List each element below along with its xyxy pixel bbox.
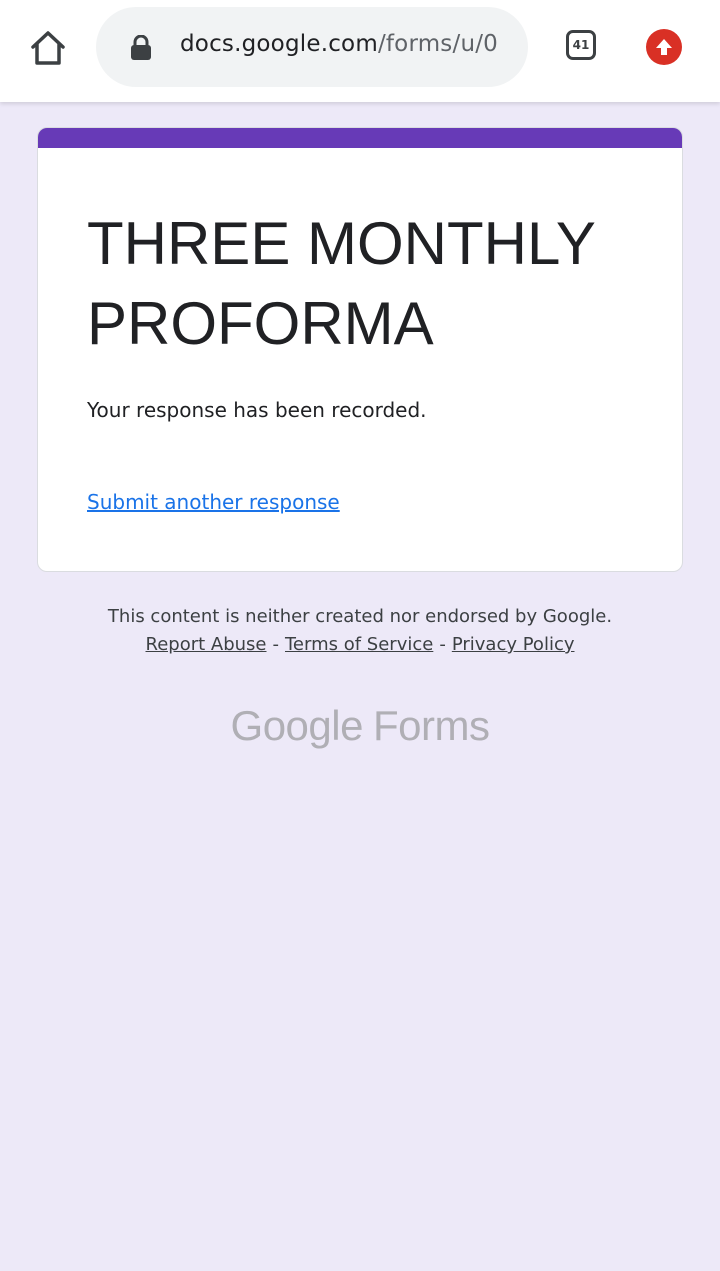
home-icon [31, 31, 65, 65]
card-accent-bar [38, 128, 682, 148]
google-forms-logo[interactable]: Google Forms [0, 702, 720, 750]
tab-switcher-button[interactable]: 41 [566, 30, 596, 60]
separator: - [439, 634, 446, 655]
privacy-policy-link[interactable]: Privacy Policy [452, 634, 575, 655]
home-button[interactable] [26, 26, 70, 70]
url-path: /forms/u/0 [377, 31, 499, 57]
confirmation-message: Your response has been recorded. [87, 398, 427, 422]
update-button[interactable] [646, 29, 682, 65]
footer-links: Report Abuse - Terms of Service - Privacy Po… [0, 634, 720, 655]
submit-another-response-link[interactable]: Submit another response [87, 490, 340, 514]
url-text[interactable]: docs.google.com/forms/u/0 [180, 31, 498, 57]
lock-icon [130, 34, 152, 65]
report-abuse-link[interactable]: Report Abuse [146, 634, 267, 655]
separator: - [272, 634, 280, 655]
logo-google-text: Google [230, 702, 364, 749]
browser-toolbar: docs.google.com/forms/u/0 41 [0, 0, 720, 102]
form-card: THREE MONTHLY PROFORMA Your response has… [37, 127, 683, 572]
disclaimer-text: This content is neither created nor endo… [107, 606, 613, 627]
logo-forms-text: Forms [372, 702, 490, 749]
update-arrow-icon [656, 39, 672, 55]
form-title: THREE MONTHLY PROFORMA [87, 210, 595, 357]
terms-of-service-link[interactable]: Terms of Service [285, 634, 433, 655]
address-bar[interactable]: docs.google.com/forms/u/0 [96, 7, 528, 87]
url-host: docs.google.com [180, 31, 378, 57]
